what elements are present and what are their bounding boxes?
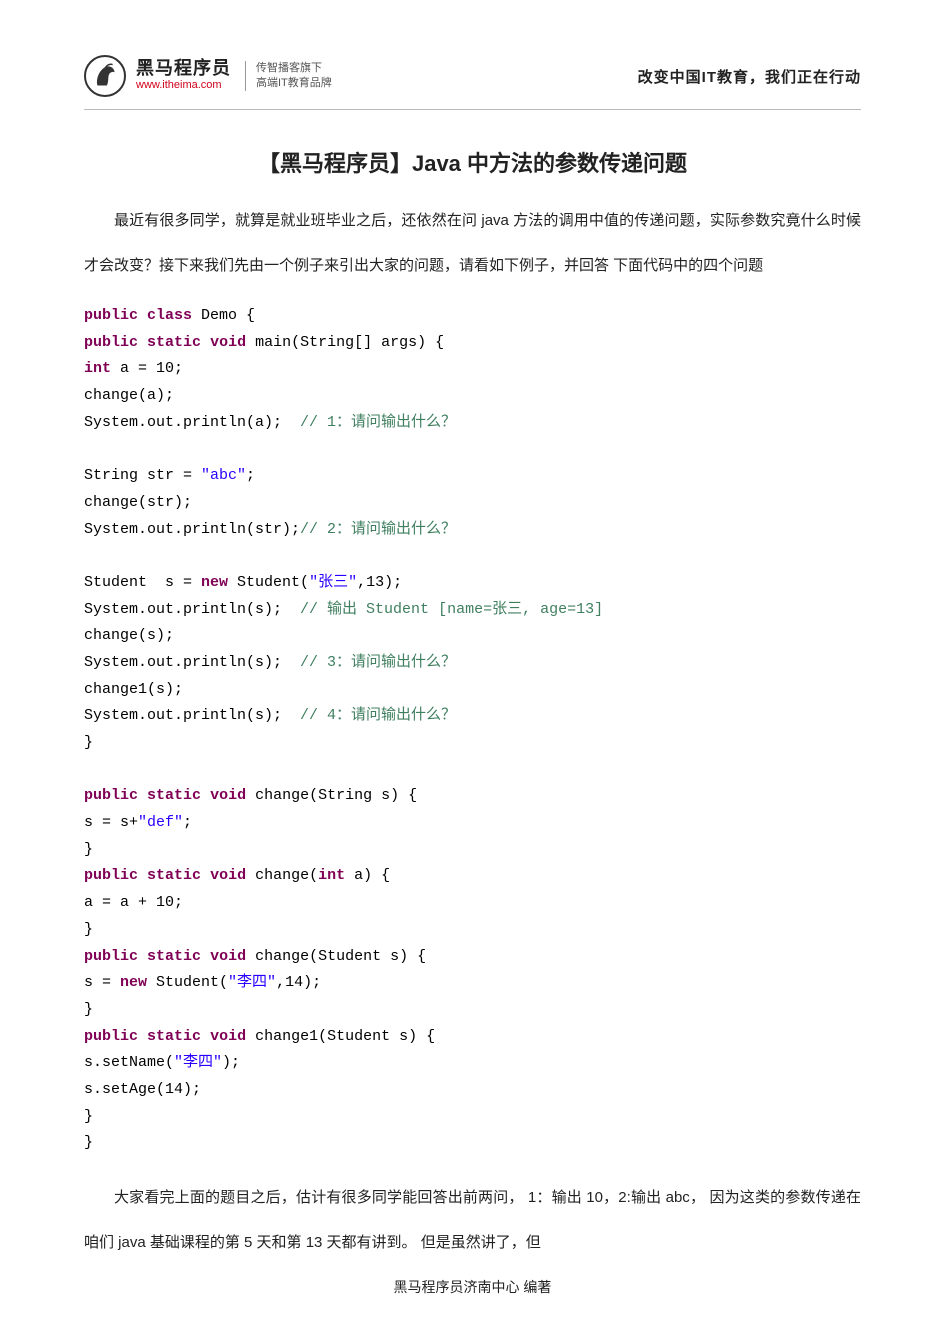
code-keyword: public [84, 1028, 138, 1045]
code-text: s = s+ [84, 814, 138, 831]
code-text: a = a + 10; [84, 894, 183, 911]
code-keyword: static [147, 867, 201, 884]
logo-text: 黑马程序员 www.itheima.com [136, 59, 231, 92]
code-text: a = 10; [111, 360, 183, 377]
code-text: System.out.println(s); [84, 601, 300, 618]
code-text: a) { [345, 867, 390, 884]
code-keyword: public [84, 787, 138, 804]
code-string: "def" [138, 814, 183, 831]
page-footer: 黑马程序员济南中心 编著 [0, 1277, 945, 1297]
document-page: 黑马程序员 www.itheima.com 传智播客旗下 高端IT教育品牌 改变… [0, 0, 945, 1337]
code-text: Student( [228, 574, 309, 591]
code-keyword: static [147, 334, 201, 351]
header-slogan: 改变中国IT教育，我们正在行动 [638, 66, 861, 87]
code-text: ,14); [276, 974, 321, 991]
code-text: change1(Student s) { [246, 1028, 435, 1045]
code-keyword: class [147, 307, 192, 324]
code-keyword: static [147, 787, 201, 804]
code-text: change(s); [84, 627, 174, 644]
code-text: s.setAge(14); [84, 1081, 201, 1098]
logo-title-en: www.itheima.com [136, 79, 231, 92]
code-text: change( [246, 867, 318, 884]
code-text: main(String[] args) { [246, 334, 444, 351]
code-text: } [84, 921, 93, 938]
code-text: s.setName( [84, 1054, 174, 1071]
code-text: ); [222, 1054, 240, 1071]
code-text: Student s = [84, 574, 201, 591]
code-text: change(String s) { [246, 787, 417, 804]
code-text: } [84, 1134, 93, 1151]
code-text: System.out.println(s); [84, 654, 300, 671]
code-text: ; [183, 814, 192, 831]
code-keyword: static [147, 948, 201, 965]
code-text: ; [246, 467, 255, 484]
code-text: change(str); [84, 494, 192, 511]
code-keyword: int [84, 360, 111, 377]
logo-side-line1: 传智播客旗下 [256, 61, 332, 76]
code-string: "张三" [309, 574, 357, 591]
code-text: s = [84, 974, 120, 991]
code-comment: // 4：请问输出什么？ [300, 707, 456, 724]
logo-side-line2: 高端IT教育品牌 [256, 76, 332, 91]
code-text: ,13); [357, 574, 402, 591]
code-keyword: int [318, 867, 345, 884]
code-text: } [84, 841, 93, 858]
code-comment: // 1：请问输出什么？ [300, 414, 456, 431]
code-text: change1(s); [84, 681, 183, 698]
code-text: } [84, 734, 93, 751]
code-text: } [84, 1001, 93, 1018]
code-text: } [84, 1108, 93, 1125]
code-keyword: new [201, 574, 228, 591]
outro-paragraph: 大家看完上面的题目之后，估计有很多同学能回答出前两问， 1：输出 10，2:输出… [84, 1175, 861, 1265]
code-comment: // 输出 Student [name=张三, age=13] [300, 601, 603, 618]
article-title: 【黑马程序员】Java 中方法的参数传递问题 [84, 146, 861, 178]
code-keyword: void [210, 867, 246, 884]
logo-block: 黑马程序员 www.itheima.com 传智播客旗下 高端IT教育品牌 [84, 55, 332, 97]
code-text: System.out.println(a); [84, 414, 300, 431]
code-comment: // 3：请问输出什么？ [300, 654, 456, 671]
code-text: System.out.println(str); [84, 521, 300, 538]
code-text: change(Student s) { [246, 948, 426, 965]
code-text: change(a); [84, 387, 174, 404]
code-keyword: new [120, 974, 147, 991]
page-header: 黑马程序员 www.itheima.com 传智播客旗下 高端IT教育品牌 改变… [84, 55, 861, 110]
code-text: Demo { [192, 307, 255, 324]
code-keyword: static [147, 1028, 201, 1045]
horse-logo-icon [84, 55, 126, 97]
code-keyword: void [210, 948, 246, 965]
code-text: String str = [84, 467, 201, 484]
code-block: public class Demo { public static void m… [84, 303, 861, 1157]
code-keyword: public [84, 307, 138, 324]
code-keyword: void [210, 334, 246, 351]
code-keyword: public [84, 948, 138, 965]
code-keyword: void [210, 787, 246, 804]
code-text: Student( [147, 974, 228, 991]
code-string: "abc" [201, 467, 246, 484]
code-keyword: public [84, 334, 138, 351]
logo-title-cn: 黑马程序员 [136, 59, 231, 77]
intro-paragraph: 最近有很多同学，就算是就业班毕业之后，还依然在问 java 方法的调用中值的传递… [84, 198, 861, 288]
code-string: "李四" [174, 1054, 222, 1071]
code-keyword: void [210, 1028, 246, 1045]
code-string: "李四" [228, 974, 276, 991]
code-keyword: public [84, 867, 138, 884]
code-text: System.out.println(s); [84, 707, 300, 724]
code-comment: // 2：请问输出什么？ [300, 521, 456, 538]
logo-side-text: 传智播客旗下 高端IT教育品牌 [245, 61, 332, 92]
